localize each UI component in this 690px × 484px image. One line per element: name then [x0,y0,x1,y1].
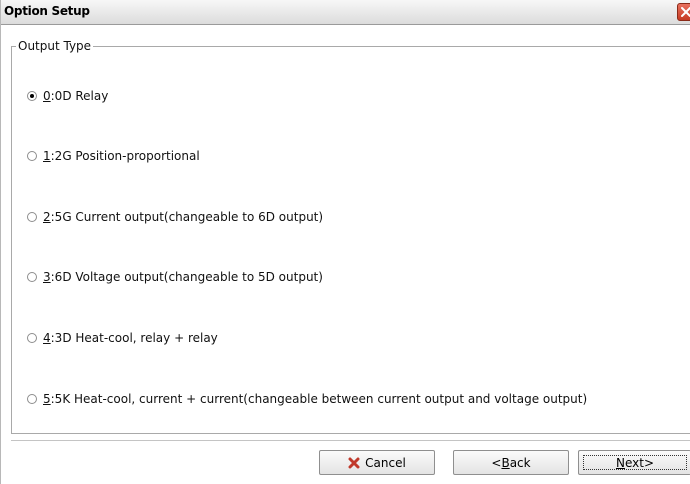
option-label: 1:2G Position-proportional [43,149,200,163]
cancel-x-icon [348,457,360,469]
option-setup-dialog: Option Setup Output Type 0:0D Relay 1:2G… [0,0,690,484]
focus-ring [583,455,687,470]
button-separator [11,440,690,441]
window-title: Option Setup [4,4,90,18]
radio-button[interactable] [27,151,37,161]
next-button[interactable]: Next> [578,450,690,475]
option-label: 4:3D Heat-cool, relay + relay [43,331,218,345]
title-bar[interactable]: Option Setup [1,0,690,25]
option-label: 5:5K Heat-cool, current + current(change… [43,392,588,406]
option-4-radio[interactable]: 4:3D Heat-cool, relay + relay [27,330,218,346]
option-3-radio[interactable]: 3:6D Voltage output(changeable to 5D out… [27,269,323,285]
option-1-radio[interactable]: 1:2G Position-proportional [27,148,200,164]
option-0-radio[interactable]: 0:0D Relay [27,88,108,104]
cancel-button[interactable]: Cancel [319,450,435,475]
radio-button[interactable] [27,212,37,222]
radio-button[interactable] [27,272,37,282]
back-button[interactable]: <Back [453,450,569,475]
cancel-label: Cancel [365,455,406,470]
radio-button-checked[interactable] [27,91,37,101]
option-label: 3:6D Voltage output(changeable to 5D out… [43,270,323,284]
radio-button[interactable] [27,394,37,404]
radio-button[interactable] [27,333,37,343]
output-type-legend: Output Type [16,39,94,53]
option-2-radio[interactable]: 2:5G Current output(changeable to 6D out… [27,209,323,225]
back-label: <Back [491,455,531,470]
option-label: 2:5G Current output(changeable to 6D out… [43,210,324,224]
option-label: 0:0D Relay [43,89,109,103]
close-button[interactable] [677,3,690,21]
output-type-group [11,46,690,434]
option-5-radio[interactable]: 5:5K Heat-cool, current + current(change… [27,391,587,407]
